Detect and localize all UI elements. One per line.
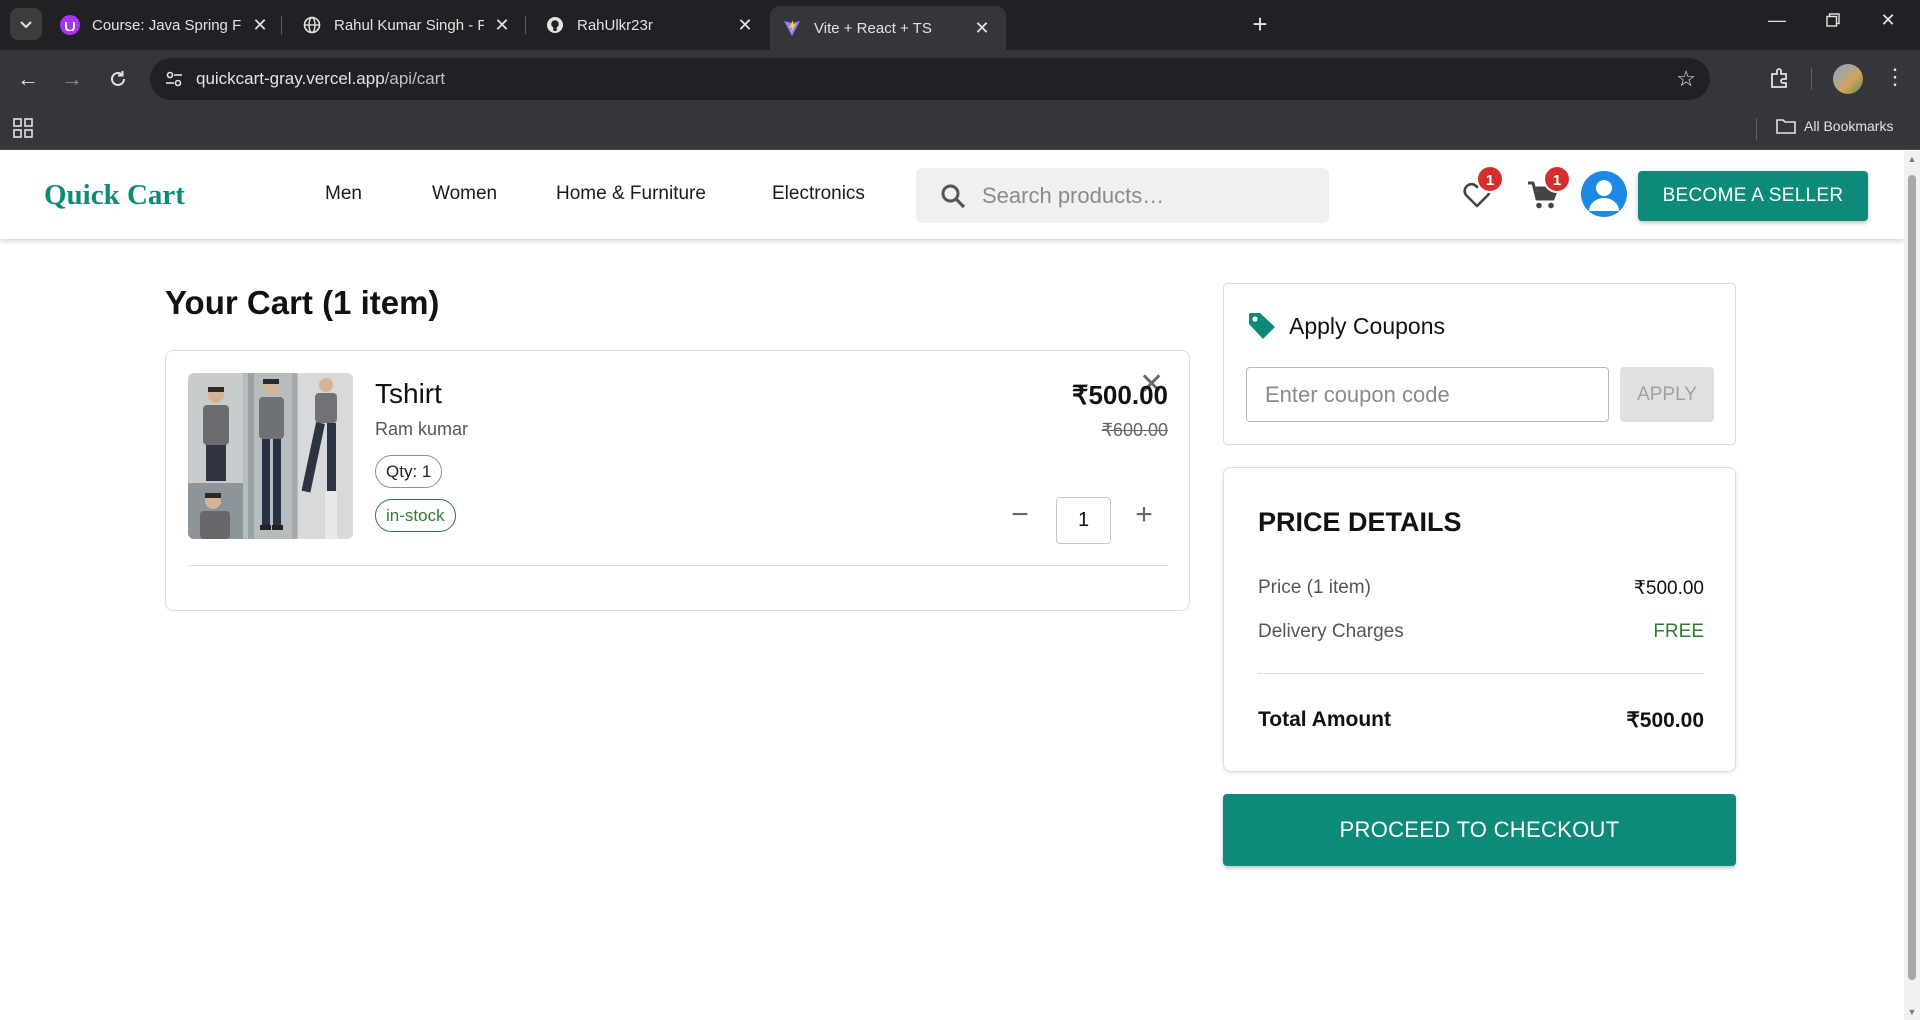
cart-button[interactable]: 1 xyxy=(1527,165,1571,215)
apply-coupons-card: Apply Coupons Enter coupon code APPLY xyxy=(1223,283,1736,445)
coupon-header: Apply Coupons xyxy=(1247,311,1445,341)
search-bar[interactable]: Search products… xyxy=(916,168,1329,223)
globe-icon xyxy=(302,15,322,35)
cart-item-card: Tshirt Ram kumar Qty: 1 in-stock ✕ ₹500.… xyxy=(165,350,1190,611)
site-settings-icon[interactable] xyxy=(160,65,188,93)
restore-icon[interactable] xyxy=(1818,10,1848,32)
cart-count-badge: 1 xyxy=(1543,165,1571,193)
price-row-value: ₹500.00 xyxy=(1633,578,1704,599)
tag-icon xyxy=(1249,313,1275,339)
user-avatar[interactable] xyxy=(1581,171,1627,217)
bookmarks-bar: All Bookmarks xyxy=(0,108,1920,150)
coupon-title: Apply Coupons xyxy=(1289,312,1445,339)
proceed-to-checkout-button[interactable]: PROCEED TO CHECKOUT xyxy=(1223,794,1736,866)
tab-separator xyxy=(525,16,526,34)
toolbar-separator xyxy=(1811,68,1812,90)
bookmarks-separator xyxy=(1756,118,1757,140)
scroll-up-arrow-icon[interactable]: ▲ xyxy=(1907,154,1917,164)
total-row: Total Amount ₹500.00 xyxy=(1258,708,1704,732)
browser-profile-avatar[interactable] xyxy=(1833,64,1863,94)
close-icon[interactable]: ✕ xyxy=(492,15,512,36)
new-tab-button[interactable]: + xyxy=(1245,10,1275,38)
increase-quantity-plus-icon[interactable]: + xyxy=(1129,500,1159,531)
udemy-icon xyxy=(60,15,80,35)
minimize-icon[interactable]: — xyxy=(1762,10,1792,31)
github-icon xyxy=(545,15,565,35)
apply-coupon-button[interactable]: APPLY xyxy=(1620,367,1714,422)
tab-search-button[interactable] xyxy=(10,8,42,40)
product-seller: Ram kumar xyxy=(375,419,469,439)
extensions-icon[interactable] xyxy=(1768,66,1792,95)
close-icon[interactable]: ✕ xyxy=(972,18,992,39)
price-row-label: Price (1 item) xyxy=(1258,577,1371,598)
site-logo[interactable]: Quick Cart xyxy=(44,179,185,212)
browser-tab-2[interactable]: Rahul Kumar Singh - Personal P ✕ xyxy=(290,6,526,44)
quantity-chip: Qty: 1 xyxy=(375,455,443,488)
item-price: ₹500.00 xyxy=(1071,380,1168,410)
tab-separator xyxy=(281,16,282,34)
item-original-price: ₹600.00 xyxy=(1101,420,1168,440)
vite-icon xyxy=(782,18,802,38)
price-row: Price (1 item) ₹500.00 xyxy=(1258,577,1704,599)
user-icon xyxy=(1589,180,1619,211)
tab-title: Vite + React + TS xyxy=(814,19,932,37)
tab-title: Rahul Kumar Singh - Personal P xyxy=(334,16,484,34)
product-name[interactable]: Tshirt xyxy=(375,378,442,410)
price-details-title: PRICE DETAILS xyxy=(1258,507,1462,537)
chevron-down-icon xyxy=(20,21,32,29)
quantity-input[interactable]: 1 xyxy=(1056,497,1111,544)
wishlist-count-badge: 1 xyxy=(1476,165,1504,193)
browser-tab-1[interactable]: Course: Java Spring Framework ✕ xyxy=(48,6,284,44)
reload-icon[interactable] xyxy=(104,65,132,93)
divider xyxy=(188,565,1168,566)
delivery-row: Delivery Charges FREE xyxy=(1258,621,1704,643)
browser-toolbar: ← → quickcart-gray.vercel.app/api/cart ☆… xyxy=(0,50,1920,108)
bookmark-star-icon[interactable]: ☆ xyxy=(1676,66,1696,92)
page-viewport: Quick Cart Men Women Home & Furniture El… xyxy=(0,151,1904,1020)
window-close-icon[interactable]: ✕ xyxy=(1873,10,1903,31)
tab-title: Course: Java Spring Framework xyxy=(92,16,242,34)
scrollbar-thumb[interactable] xyxy=(1908,175,1916,980)
stock-status-chip: in-stock xyxy=(375,499,456,532)
tab-title: RahUlkr23r xyxy=(577,16,653,34)
all-bookmarks-button[interactable]: All Bookmarks xyxy=(1776,118,1893,134)
wishlist-button[interactable]: 1 xyxy=(1462,165,1504,214)
url-text: quickcart-gray.vercel.app/api/cart xyxy=(196,69,445,89)
browser-tab-4-active[interactable]: Vite + React + TS ✕ xyxy=(770,6,1006,50)
browser-tab-3[interactable]: RahUlkr23r ✕ xyxy=(533,6,769,44)
more-menu-icon[interactable]: ⋮ xyxy=(1884,64,1906,90)
divider xyxy=(1258,673,1704,674)
all-bookmarks-label: All Bookmarks xyxy=(1804,118,1894,134)
address-bar[interactable]: quickcart-gray.vercel.app/api/cart ☆ xyxy=(150,58,1710,100)
forward-arrow-icon[interactable]: → xyxy=(58,65,86,93)
back-arrow-icon[interactable]: ← xyxy=(14,65,42,93)
nav-link-electronics[interactable]: Electronics xyxy=(772,183,865,205)
cart-title: Your Cart (1 item) xyxy=(165,284,440,321)
apps-grid-icon[interactable] xyxy=(13,118,33,143)
total-value: ₹500.00 xyxy=(1626,709,1704,732)
search-input-placeholder: Search products… xyxy=(982,183,1165,208)
price-details-card: PRICE DETAILS Price (1 item) ₹500.00 Del… xyxy=(1223,467,1736,772)
scroll-down-arrow-icon[interactable]: ▼ xyxy=(1907,1007,1917,1017)
browser-tab-bar: Course: Java Spring Framework ✕ Rahul Ku… xyxy=(0,0,1920,50)
site-header: Quick Cart Men Women Home & Furniture El… xyxy=(0,151,1904,239)
search-icon xyxy=(941,184,966,209)
delivery-row-label: Delivery Charges xyxy=(1258,621,1404,642)
decrease-quantity-minus-icon[interactable]: − xyxy=(1005,500,1035,531)
url-host: quickcart-gray.vercel.app xyxy=(196,69,385,88)
close-icon[interactable]: ✕ xyxy=(735,15,755,36)
product-image[interactable] xyxy=(188,373,353,539)
total-label: Total Amount xyxy=(1258,708,1391,731)
delivery-row-value: FREE xyxy=(1653,621,1704,642)
close-icon[interactable]: ✕ xyxy=(250,15,270,36)
nav-link-men[interactable]: Men xyxy=(325,183,362,205)
page-scrollbar[interactable]: ▲ ▼ xyxy=(1904,151,1920,1020)
folder-icon xyxy=(1776,119,1796,134)
nav-link-home-furniture[interactable]: Home & Furniture xyxy=(556,183,706,205)
become-a-seller-button[interactable]: BECOME A SELLER xyxy=(1638,171,1868,221)
nav-link-women[interactable]: Women xyxy=(432,183,497,205)
coupon-code-input[interactable]: Enter coupon code xyxy=(1246,367,1609,422)
url-path: /api/cart xyxy=(384,69,446,88)
